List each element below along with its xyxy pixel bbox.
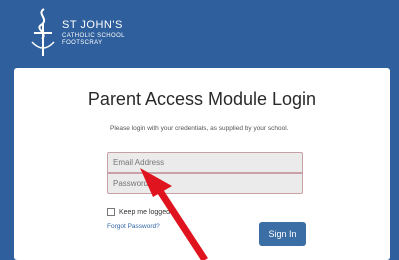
school-name: ST JOHN'S xyxy=(62,19,123,31)
forgot-password-link[interactable]: Forgot Password? xyxy=(107,223,160,230)
login-instructions: Please login with your credentials, as s… xyxy=(110,125,289,132)
school-subtitle-suburb: FOOTSCRAY xyxy=(62,40,103,46)
school-crest-icon xyxy=(31,8,55,56)
email-field[interactable] xyxy=(107,152,303,173)
keep-logged-in-checkbox[interactable] xyxy=(107,208,115,216)
school-subtitle-catholic: CATHOLIC SCHOOL xyxy=(62,33,125,39)
site-header: ST JOHN'S CATHOLIC SCHOOL FOOTSCRAY xyxy=(0,0,399,68)
password-field[interactable] xyxy=(107,173,303,194)
sign-in-button[interactable]: Sign In xyxy=(259,222,306,246)
keep-logged-in-option[interactable]: Keep me logged in xyxy=(107,208,177,216)
login-card: Parent Access Module Login Please login … xyxy=(14,68,390,260)
keep-logged-in-label: Keep me logged in xyxy=(119,208,178,216)
page-title: Parent Access Module Login xyxy=(87,89,317,109)
